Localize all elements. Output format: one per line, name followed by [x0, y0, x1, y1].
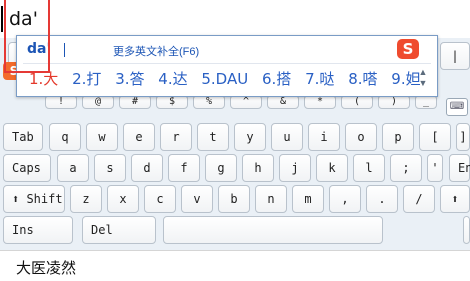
key-tab[interactable]: Tab	[3, 123, 43, 151]
key-i[interactable]: i	[308, 123, 340, 151]
candidate-8[interactable]: 8.嗒	[348, 70, 377, 88]
key-d[interactable]: d	[131, 154, 163, 182]
key-ins[interactable]: Ins	[3, 216, 73, 244]
ime-input-row: da' 更多英文补全(F6) S	[17, 36, 437, 62]
key-k[interactable]: k	[316, 154, 348, 182]
key-m[interactable]: m	[292, 185, 324, 213]
ime-caret	[64, 43, 65, 57]
page-down-icon[interactable]: ▼	[417, 78, 429, 89]
key-r[interactable]: r	[160, 123, 192, 151]
key-ampersand[interactable]: &	[267, 95, 299, 109]
candidate-page-nav[interactable]: ▲ ▼	[417, 67, 429, 89]
ime-divider	[23, 63, 431, 64]
key-rparen[interactable]: )	[378, 95, 410, 109]
key-f[interactable]: f	[168, 154, 200, 182]
page-up-icon[interactable]: ▲	[417, 67, 429, 78]
key-rbracket[interactable]: ]	[456, 123, 470, 151]
candidate-4[interactable]: 4.达	[158, 70, 187, 88]
bottom-text: 大医凌然	[16, 259, 77, 277]
ime-pinyin-input: da'	[27, 41, 51, 57]
key-pipe[interactable]: |	[440, 42, 470, 70]
candidate-1[interactable]: 1.大	[29, 70, 58, 88]
key-u[interactable]: u	[271, 123, 303, 151]
key-t[interactable]: t	[197, 123, 229, 151]
key-lparen[interactable]: (	[341, 95, 373, 109]
key-shift-left[interactable]: ⬆ Shift	[3, 185, 65, 213]
candidate-2[interactable]: 2.打	[72, 70, 101, 88]
candidate-6[interactable]: 6.搭	[262, 70, 291, 88]
key-a[interactable]: a	[57, 154, 89, 182]
key-del[interactable]: Del	[82, 216, 156, 244]
key-q[interactable]: q	[49, 123, 81, 151]
key-asterisk[interactable]: *	[304, 95, 336, 109]
key-quote[interactable]: '	[427, 154, 443, 182]
key-caps[interactable]: Caps	[3, 154, 51, 182]
key-g[interactable]: g	[205, 154, 237, 182]
candidate-5[interactable]: 5.DAU	[201, 70, 248, 88]
text-caret	[1, 6, 3, 32]
key-enter[interactable]: Ent	[449, 154, 470, 182]
candidate-list: 1.大 2.打 3.答 4.达 5.DAU 6.搭 7.哒 8.嗒 9.妲	[29, 68, 430, 89]
key-x[interactable]: x	[107, 185, 139, 213]
ime-candidate-popup: da' 更多英文补全(F6) S 1.大 2.打 3.答 4.达 5.DAU 6…	[16, 35, 438, 97]
key-b[interactable]: b	[218, 185, 250, 213]
sogou-logo-icon[interactable]: S	[397, 39, 419, 59]
key-o[interactable]: o	[345, 123, 377, 151]
candidate-7[interactable]: 7.哒	[305, 70, 334, 88]
key-slash[interactable]: /	[403, 185, 435, 213]
key-dollar[interactable]: $	[156, 95, 188, 109]
key-v[interactable]: v	[181, 185, 213, 213]
key-z[interactable]: z	[70, 185, 102, 213]
key-caret[interactable]: ^	[230, 95, 262, 109]
key-j[interactable]: j	[279, 154, 311, 182]
more-english-completion-link[interactable]: 更多英文补全(F6)	[113, 43, 199, 59]
key-n[interactable]: n	[255, 185, 287, 213]
key-right-edge[interactable]	[463, 216, 470, 244]
key-percent[interactable]: %	[193, 95, 225, 109]
key-comma[interactable]: ,	[329, 185, 361, 213]
key-period[interactable]: .	[366, 185, 398, 213]
key-space[interactable]	[163, 216, 383, 244]
key-c[interactable]: c	[144, 185, 176, 213]
bottom-text-area: 大医凌然	[0, 250, 470, 281]
key-y[interactable]: y	[234, 123, 266, 151]
key-semicolon[interactable]: ;	[390, 154, 422, 182]
candidate-3[interactable]: 3.答	[115, 70, 144, 88]
key-l[interactable]: l	[353, 154, 385, 182]
key-lbracket[interactable]: [	[419, 123, 451, 151]
key-h[interactable]: h	[242, 154, 274, 182]
key-s[interactable]: s	[94, 154, 126, 182]
keyboard-tool-icon[interactable]: ⌨	[446, 98, 468, 116]
key-hash[interactable]: #	[119, 95, 151, 109]
key-e[interactable]: e	[123, 123, 155, 151]
key-at[interactable]: @	[82, 95, 114, 109]
key-underscore[interactable]: _	[415, 95, 437, 109]
typed-text: da'	[9, 8, 38, 30]
key-shift-right[interactable]: ⬆	[440, 185, 470, 213]
key-p[interactable]: p	[382, 123, 414, 151]
text-editor-area[interactable]: da'	[0, 0, 470, 39]
key-exclaim[interactable]: !	[45, 95, 77, 109]
key-w[interactable]: w	[86, 123, 118, 151]
